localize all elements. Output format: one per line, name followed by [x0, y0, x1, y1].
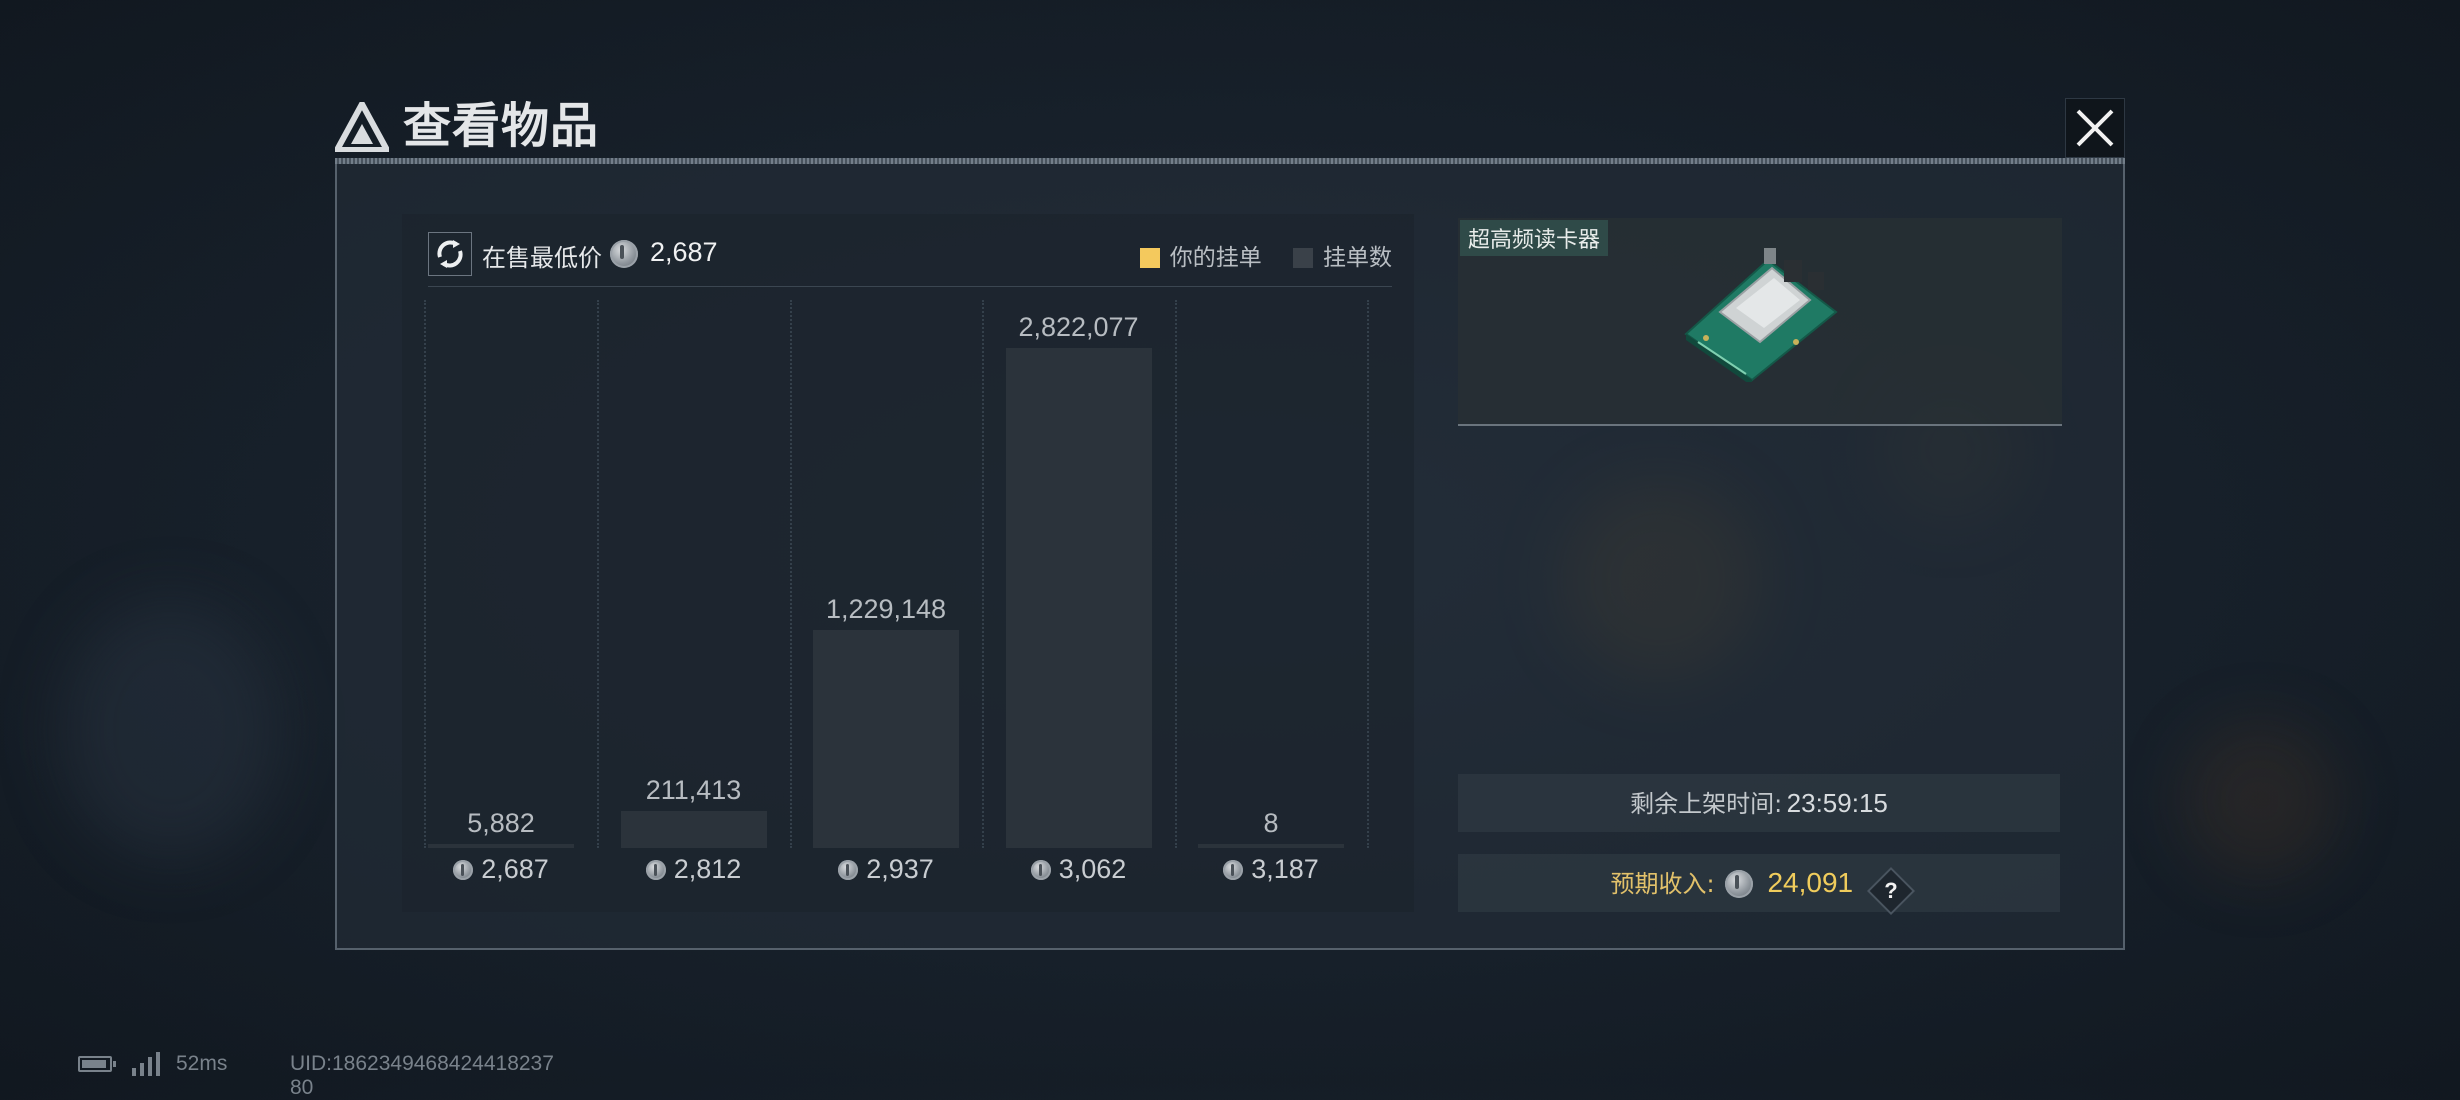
card-reader-item-image	[1684, 248, 1838, 382]
help-icon[interactable]: ?	[1866, 866, 1915, 916]
lowest-price-label: 在售最低价	[482, 244, 602, 272]
currency-coin-icon	[453, 860, 474, 880]
item-preview-card: 超高频读卡器	[1458, 218, 2062, 426]
lowest-price-value: 2,687	[650, 237, 718, 267]
currency-coin-icon	[838, 860, 859, 880]
bar	[813, 630, 959, 848]
chart-gridline	[1174, 300, 1177, 848]
chart-gridline	[982, 300, 985, 848]
bar-column[interactable]: 211,413 2,812	[620, 300, 767, 884]
expected-income-row: 预期收入: 24,091 ?	[1458, 854, 2060, 916]
chart-gridline	[597, 300, 600, 848]
chart-gridline	[424, 300, 426, 848]
refresh-icon	[437, 240, 463, 268]
legend-label-count: 挂单数	[1323, 245, 1392, 271]
signal-strength-icon	[132, 1052, 160, 1076]
window-title-bar: 查看物品	[335, 92, 2125, 164]
legend-swatch-yours	[1139, 248, 1160, 268]
help-symbol: ?	[1883, 878, 1898, 903]
bar-count-label: 211,413	[645, 775, 742, 805]
expected-income-value: 24,091	[1767, 867, 1854, 898]
game-logo-icon	[335, 102, 389, 152]
bar-price-label: 3,062	[1006, 854, 1152, 885]
currency-coin-icon	[645, 860, 666, 880]
expected-income-label: 预期收入:	[1610, 870, 1715, 898]
bar-price-value: 2,812	[673, 854, 742, 884]
bar-price-label: 2,687	[428, 854, 574, 885]
bar-column[interactable]: 2,822,077 3,062	[1005, 300, 1152, 884]
chart-gridline	[789, 300, 792, 848]
currency-coin-icon	[1223, 860, 1244, 880]
chart-header: 在售最低价 2,687 你的挂单 挂单数	[428, 232, 1392, 287]
bar-column[interactable]: 8 3,187	[1198, 300, 1344, 884]
legend-label-yours: 你的挂单	[1169, 245, 1262, 271]
background-glow	[2180, 720, 2340, 880]
currency-coin-icon	[610, 240, 638, 268]
remaining-time-label: 剩余上架时间:	[1630, 790, 1783, 818]
bar-column[interactable]: 1,229,148 2,937	[813, 300, 959, 884]
currency-coin-icon	[1725, 870, 1753, 898]
bar-price-value: 2,937	[866, 854, 934, 884]
bar	[1005, 348, 1152, 848]
bar-price-value: 2,687	[481, 854, 549, 884]
battery-icon	[78, 1056, 116, 1072]
bar-count-label: 8	[1263, 808, 1279, 838]
refresh-button[interactable]	[428, 232, 472, 276]
bar-count-label: 5,882	[467, 808, 535, 838]
background-glow	[60, 600, 280, 860]
item-name: 超高频读卡器	[1460, 220, 1609, 256]
page-title: 查看物品	[403, 98, 600, 154]
user-id: UID:1862349468424418237 80	[290, 1052, 554, 1099]
ping-value: 52ms	[176, 1052, 228, 1075]
chart-gridline	[1367, 300, 1370, 848]
bar	[620, 811, 767, 848]
bar	[1198, 844, 1344, 848]
price-distribution-chart: 5,882 2,687 211,413 2,812 1,229,148 2,937 2,82…	[424, 300, 1392, 884]
chart-legend: 你的挂单 挂单数	[1116, 238, 1392, 272]
bar-price-label: 2,812	[621, 854, 767, 885]
legend-swatch-count	[1293, 248, 1313, 268]
currency-coin-icon	[1030, 860, 1051, 880]
bar-price-value: 3,062	[1058, 854, 1127, 884]
legend-item-count: 挂单数	[1293, 238, 1392, 272]
remaining-time-row: 剩余上架时间: 23:59:15	[1458, 774, 2060, 832]
close-icon	[2076, 109, 2114, 147]
bar-column[interactable]: 5,882 2,687	[428, 300, 574, 884]
bar-price-value: 3,187	[1251, 854, 1319, 884]
close-button[interactable]	[2065, 98, 2125, 158]
bar-price-label: 3,187	[1198, 854, 1344, 885]
remaining-time-value: 23:59:15	[1786, 788, 1888, 818]
bar	[428, 844, 574, 848]
bar-count-label: 1,229,148	[825, 594, 947, 624]
legend-item-yours: 你的挂单	[1139, 238, 1262, 272]
bar-count-label: 2,822,077	[1018, 312, 1139, 342]
bar-price-label: 2,937	[813, 854, 959, 885]
